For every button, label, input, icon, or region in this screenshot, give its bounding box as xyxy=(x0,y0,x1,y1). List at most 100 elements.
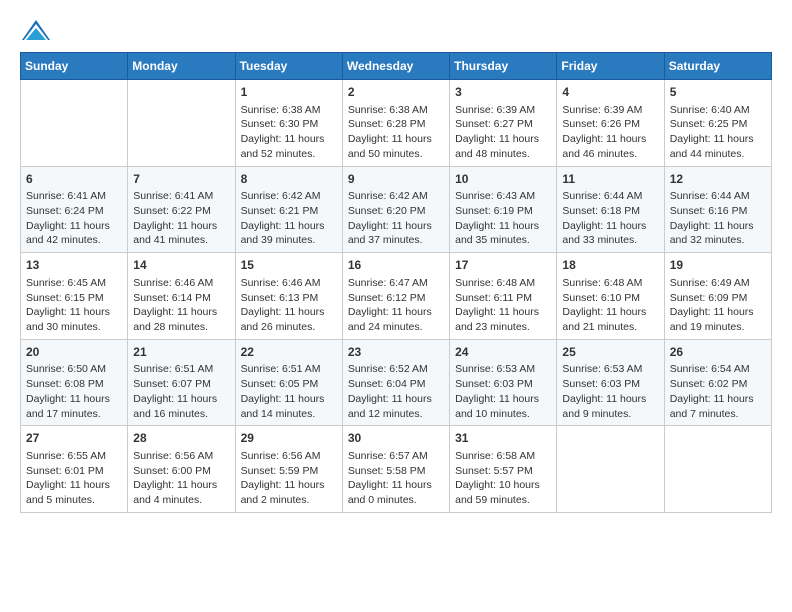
cell-content: Sunrise: 6:38 AM Sunset: 6:28 PM Dayligh… xyxy=(348,103,444,162)
header-day-friday: Friday xyxy=(557,53,664,80)
cell-content: Sunrise: 6:50 AM Sunset: 6:08 PM Dayligh… xyxy=(26,362,122,421)
calendar-cell: 5 Sunrise: 6:40 AM Sunset: 6:25 PM Daylig… xyxy=(664,80,771,167)
calendar-cell: 28 Sunrise: 6:56 AM Sunset: 6:00 PM Dayli… xyxy=(128,426,235,513)
calendar-week-5: 27 Sunrise: 6:55 AM Sunset: 6:01 PM Dayli… xyxy=(21,426,772,513)
cell-content: Sunrise: 6:53 AM Sunset: 6:03 PM Dayligh… xyxy=(562,362,658,421)
day-number: 14 xyxy=(133,257,229,274)
header-day-monday: Monday xyxy=(128,53,235,80)
day-number: 8 xyxy=(241,171,337,188)
calendar-cell xyxy=(128,80,235,167)
day-number: 28 xyxy=(133,430,229,447)
logo xyxy=(20,20,50,36)
header-day-saturday: Saturday xyxy=(664,53,771,80)
day-number: 5 xyxy=(670,84,766,101)
cell-content: Sunrise: 6:47 AM Sunset: 6:12 PM Dayligh… xyxy=(348,276,444,335)
cell-content: Sunrise: 6:54 AM Sunset: 6:02 PM Dayligh… xyxy=(670,362,766,421)
cell-content: Sunrise: 6:38 AM Sunset: 6:30 PM Dayligh… xyxy=(241,103,337,162)
day-number: 24 xyxy=(455,344,551,361)
cell-content: Sunrise: 6:56 AM Sunset: 6:00 PM Dayligh… xyxy=(133,449,229,508)
calendar-week-2: 6Sunrise: 6:41 AM Sunset: 6:24 PM Daylig… xyxy=(21,166,772,253)
calendar-cell: 21Sunrise: 6:51 AM Sunset: 6:07 PM Dayli… xyxy=(128,339,235,426)
cell-content: Sunrise: 6:46 AM Sunset: 6:14 PM Dayligh… xyxy=(133,276,229,335)
cell-content: Sunrise: 6:42 AM Sunset: 6:20 PM Dayligh… xyxy=(348,189,444,248)
cell-content: Sunrise: 6:52 AM Sunset: 6:04 PM Dayligh… xyxy=(348,362,444,421)
header-day-wednesday: Wednesday xyxy=(342,53,449,80)
cell-content: Sunrise: 6:48 AM Sunset: 6:11 PM Dayligh… xyxy=(455,276,551,335)
header-day-tuesday: Tuesday xyxy=(235,53,342,80)
cell-content: Sunrise: 6:51 AM Sunset: 6:05 PM Dayligh… xyxy=(241,362,337,421)
day-number: 16 xyxy=(348,257,444,274)
calendar-cell: 4 Sunrise: 6:39 AM Sunset: 6:26 PM Daylig… xyxy=(557,80,664,167)
day-number: 26 xyxy=(670,344,766,361)
day-number: 1 xyxy=(241,84,337,101)
day-number: 27 xyxy=(26,430,122,447)
day-number: 23 xyxy=(348,344,444,361)
cell-content: Sunrise: 6:57 AM Sunset: 5:58 PM Dayligh… xyxy=(348,449,444,508)
calendar-cell: 15 Sunrise: 6:46 AM Sunset: 6:13 PM Dayli… xyxy=(235,253,342,340)
cell-content: Sunrise: 6:55 AM Sunset: 6:01 PM Dayligh… xyxy=(26,449,122,508)
calendar-cell: 18 Sunrise: 6:48 AM Sunset: 6:10 PM Dayli… xyxy=(557,253,664,340)
day-number: 29 xyxy=(241,430,337,447)
day-number: 18 xyxy=(562,257,658,274)
day-number: 20 xyxy=(26,344,122,361)
day-number: 21 xyxy=(133,344,229,361)
header-day-thursday: Thursday xyxy=(450,53,557,80)
day-number: 9 xyxy=(348,171,444,188)
day-number: 6 xyxy=(26,171,122,188)
day-number: 13 xyxy=(26,257,122,274)
calendar-cell: 20Sunrise: 6:50 AM Sunset: 6:08 PM Dayli… xyxy=(21,339,128,426)
calendar-cell: 29 Sunrise: 6:56 AM Sunset: 5:59 PM Dayli… xyxy=(235,426,342,513)
calendar: SundayMondayTuesdayWednesdayThursdayFrid… xyxy=(20,52,772,513)
calendar-cell: 31Sunrise: 6:58 AM Sunset: 5:57 PM Dayli… xyxy=(450,426,557,513)
header xyxy=(20,20,772,36)
calendar-cell: 25Sunrise: 6:53 AM Sunset: 6:03 PM Dayli… xyxy=(557,339,664,426)
cell-content: Sunrise: 6:40 AM Sunset: 6:25 PM Dayligh… xyxy=(670,103,766,162)
day-number: 31 xyxy=(455,430,551,447)
cell-content: Sunrise: 6:49 AM Sunset: 6:09 PM Dayligh… xyxy=(670,276,766,335)
calendar-cell: 2 Sunrise: 6:38 AM Sunset: 6:28 PM Daylig… xyxy=(342,80,449,167)
header-day-sunday: Sunday xyxy=(21,53,128,80)
calendar-week-4: 20Sunrise: 6:50 AM Sunset: 6:08 PM Dayli… xyxy=(21,339,772,426)
calendar-cell xyxy=(664,426,771,513)
calendar-cell: 3 Sunrise: 6:39 AM Sunset: 6:27 PM Daylig… xyxy=(450,80,557,167)
calendar-header-row: SundayMondayTuesdayWednesdayThursdayFrid… xyxy=(21,53,772,80)
day-number: 7 xyxy=(133,171,229,188)
cell-content: Sunrise: 6:56 AM Sunset: 5:59 PM Dayligh… xyxy=(241,449,337,508)
calendar-week-1: 1 Sunrise: 6:38 AM Sunset: 6:30 PM Daylig… xyxy=(21,80,772,167)
calendar-cell: 17 Sunrise: 6:48 AM Sunset: 6:11 PM Dayli… xyxy=(450,253,557,340)
day-number: 17 xyxy=(455,257,551,274)
cell-content: Sunrise: 6:41 AM Sunset: 6:24 PM Dayligh… xyxy=(26,189,122,248)
day-number: 2 xyxy=(348,84,444,101)
calendar-cell: 10Sunrise: 6:43 AM Sunset: 6:19 PM Dayli… xyxy=(450,166,557,253)
calendar-cell: 13Sunrise: 6:45 AM Sunset: 6:15 PM Dayli… xyxy=(21,253,128,340)
calendar-week-3: 13Sunrise: 6:45 AM Sunset: 6:15 PM Dayli… xyxy=(21,253,772,340)
cell-content: Sunrise: 6:43 AM Sunset: 6:19 PM Dayligh… xyxy=(455,189,551,248)
calendar-cell: 11Sunrise: 6:44 AM Sunset: 6:18 PM Dayli… xyxy=(557,166,664,253)
cell-content: Sunrise: 6:42 AM Sunset: 6:21 PM Dayligh… xyxy=(241,189,337,248)
day-number: 19 xyxy=(670,257,766,274)
cell-content: Sunrise: 6:44 AM Sunset: 6:16 PM Dayligh… xyxy=(670,189,766,248)
day-number: 3 xyxy=(455,84,551,101)
calendar-cell: 23Sunrise: 6:52 AM Sunset: 6:04 PM Dayli… xyxy=(342,339,449,426)
calendar-cell: 8Sunrise: 6:42 AM Sunset: 6:21 PM Daylig… xyxy=(235,166,342,253)
day-number: 22 xyxy=(241,344,337,361)
cell-content: Sunrise: 6:44 AM Sunset: 6:18 PM Dayligh… xyxy=(562,189,658,248)
cell-content: Sunrise: 6:41 AM Sunset: 6:22 PM Dayligh… xyxy=(133,189,229,248)
cell-content: Sunrise: 6:53 AM Sunset: 6:03 PM Dayligh… xyxy=(455,362,551,421)
logo-icon xyxy=(22,20,50,40)
cell-content: Sunrise: 6:46 AM Sunset: 6:13 PM Dayligh… xyxy=(241,276,337,335)
day-number: 11 xyxy=(562,171,658,188)
calendar-cell: 22Sunrise: 6:51 AM Sunset: 6:05 PM Dayli… xyxy=(235,339,342,426)
day-number: 25 xyxy=(562,344,658,361)
cell-content: Sunrise: 6:39 AM Sunset: 6:27 PM Dayligh… xyxy=(455,103,551,162)
day-number: 12 xyxy=(670,171,766,188)
cell-content: Sunrise: 6:48 AM Sunset: 6:10 PM Dayligh… xyxy=(562,276,658,335)
calendar-cell: 26Sunrise: 6:54 AM Sunset: 6:02 PM Dayli… xyxy=(664,339,771,426)
calendar-cell: 30Sunrise: 6:57 AM Sunset: 5:58 PM Dayli… xyxy=(342,426,449,513)
calendar-cell: 16 Sunrise: 6:47 AM Sunset: 6:12 PM Dayli… xyxy=(342,253,449,340)
calendar-cell: 19 Sunrise: 6:49 AM Sunset: 6:09 PM Dayli… xyxy=(664,253,771,340)
calendar-cell: 1 Sunrise: 6:38 AM Sunset: 6:30 PM Daylig… xyxy=(235,80,342,167)
cell-content: Sunrise: 6:39 AM Sunset: 6:26 PM Dayligh… xyxy=(562,103,658,162)
day-number: 15 xyxy=(241,257,337,274)
day-number: 4 xyxy=(562,84,658,101)
